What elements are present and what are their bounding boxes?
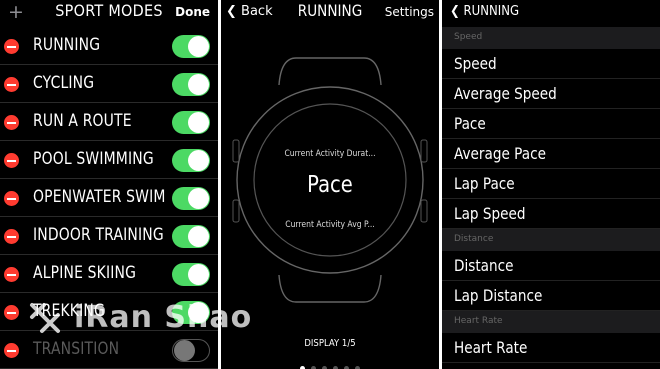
- enable-toggle[interactable]: [172, 263, 210, 286]
- watch-field-main[interactable]: Pace: [237, 172, 422, 198]
- chevron-left-icon: ❮: [450, 4, 460, 19]
- toggle-knob: [188, 188, 209, 209]
- watermark-logo-icon: [30, 303, 60, 333]
- sport-mode-label: ALPINE SKIING: [33, 263, 137, 283]
- sport-mode-label: CYCLING: [33, 73, 95, 93]
- toggle-knob: [188, 112, 209, 133]
- remove-icon[interactable]: [4, 77, 19, 92]
- sport-modes-header: + SPORT MODES Done: [0, 0, 218, 26]
- back-label: RUNNING: [463, 4, 520, 19]
- enable-toggle[interactable]: [172, 73, 210, 96]
- enable-toggle[interactable]: [172, 111, 210, 134]
- list-item[interactable]: Heart Rate: [442, 333, 660, 363]
- sport-mode-row: TRANSITION: [0, 331, 218, 369]
- sport-mode-label: RUN A ROUTE: [33, 111, 132, 131]
- sport-mode-row: RUN A ROUTE: [0, 103, 218, 141]
- remove-icon[interactable]: [4, 115, 19, 130]
- remove-icon[interactable]: [4, 305, 19, 320]
- list-item[interactable]: Lap Distance: [442, 281, 660, 311]
- section-header: Heart Rate: [442, 311, 660, 333]
- enable-toggle[interactable]: [172, 187, 210, 210]
- settings-button[interactable]: Settings: [385, 5, 434, 19]
- remove-icon[interactable]: [4, 191, 19, 206]
- remove-icon[interactable]: [4, 267, 19, 282]
- enable-toggle[interactable]: [172, 35, 210, 58]
- sport-mode-row: POOL SWIMMING: [0, 141, 218, 179]
- remove-icon[interactable]: [4, 39, 19, 54]
- toggle-knob: [188, 74, 209, 95]
- list-item[interactable]: Pace: [442, 109, 660, 139]
- remove-icon[interactable]: [4, 229, 19, 244]
- running-header: ❮ Back RUNNING Settings: [221, 0, 439, 26]
- toggle-knob: [188, 264, 209, 285]
- sport-mode-row: OPENWATER SWIM: [0, 179, 218, 217]
- enable-toggle[interactable]: [172, 339, 210, 362]
- remove-icon[interactable]: [4, 343, 19, 358]
- list-item[interactable]: Distance: [442, 251, 660, 281]
- sport-mode-row: INDOOR TRAINING: [0, 217, 218, 255]
- running-display-screen: ❮ Back RUNNING Settings Current Activity…: [221, 0, 439, 369]
- sport-mode-label: OPENWATER SWIM: [33, 187, 166, 207]
- list-item[interactable]: Speed: [442, 49, 660, 79]
- list-item[interactable]: Average Pace: [442, 139, 660, 169]
- toggle-knob: [174, 340, 195, 361]
- sport-mode-label: INDOOR TRAINING: [33, 225, 164, 245]
- display-indicator: DISPLAY 1/5: [304, 338, 356, 349]
- sport-mode-label: RUNNING: [33, 35, 101, 55]
- remove-icon[interactable]: [4, 153, 19, 168]
- sport-mode-row: ALPINE SKIING: [0, 255, 218, 293]
- watch-field-bottom[interactable]: Current Activity Avg P...: [237, 220, 422, 230]
- toggle-knob: [188, 36, 209, 57]
- section-header: Distance: [442, 229, 660, 251]
- toggle-knob: [188, 226, 209, 247]
- enable-toggle[interactable]: [172, 225, 210, 248]
- field-list-header: ❮ RUNNING: [442, 0, 660, 26]
- section-header: Speed: [442, 27, 660, 49]
- enable-toggle[interactable]: [172, 149, 210, 172]
- sport-mode-row: CYCLING: [0, 65, 218, 103]
- sport-mode-row: RUNNING: [0, 27, 218, 65]
- page-dots[interactable]: [221, 356, 439, 369]
- chevron-left-icon: ❮: [226, 4, 237, 19]
- watermark: iRan Shao: [74, 300, 253, 335]
- watch-field-top[interactable]: Current Activity Durat...: [237, 149, 422, 159]
- list-item[interactable]: Lap Pace: [442, 169, 660, 199]
- done-button[interactable]: Done: [175, 5, 210, 19]
- list-item[interactable]: Lap Speed: [442, 199, 660, 229]
- back-button[interactable]: ❮ RUNNING: [450, 4, 519, 19]
- toggle-knob: [188, 150, 209, 171]
- sport-mode-label: POOL SWIMMING: [33, 149, 154, 169]
- list-item[interactable]: Average Speed: [442, 79, 660, 109]
- field-list-screen: ❮ RUNNING Speed Speed Average Speed Pace…: [442, 0, 660, 369]
- sport-mode-label: TRANSITION: [33, 339, 120, 359]
